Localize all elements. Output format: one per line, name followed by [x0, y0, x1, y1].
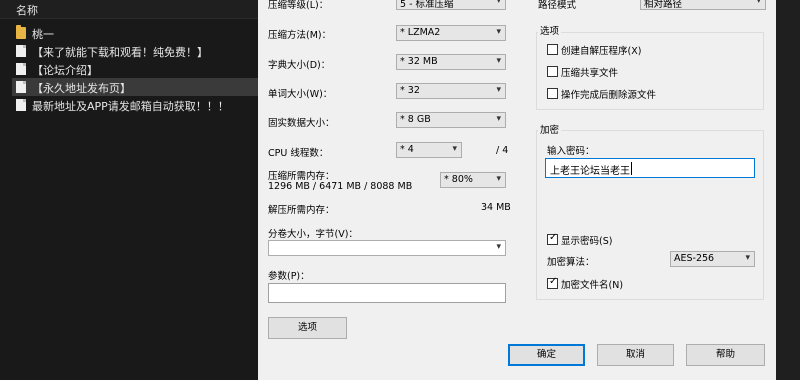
show-password-checkbox[interactable]: [547, 232, 558, 245]
list-item-label: 【来了就能下载和观看！纯免费！】: [32, 46, 208, 59]
solid-block-label: 固实数据大小：: [268, 118, 335, 129]
chevron-down-icon: ▾: [496, 174, 501, 184]
mem-decompress-value: 34 MB: [481, 202, 511, 213]
compression-level-select[interactable]: 5 - 标准压缩 ▾: [396, 0, 506, 10]
cpu-threads-max: / 4: [496, 145, 509, 156]
mem-decompress-label: 解压所需内存：: [268, 205, 335, 216]
word-size-value: * 32: [400, 85, 420, 96]
encryption-method-value: AES-256: [674, 253, 715, 264]
password-input[interactable]: 上老王论坛当老王: [545, 158, 755, 178]
ok-button[interactable]: 确定: [508, 344, 585, 366]
background-strip: [776, 0, 800, 380]
file-icon: [16, 63, 26, 75]
method-label: 压缩方法(M)：: [268, 30, 332, 41]
chevron-down-icon: ▾: [496, 114, 501, 124]
chevron-down-icon: ▾: [496, 27, 501, 37]
list-item[interactable]: 【论坛介绍】: [12, 60, 258, 78]
delete-after-checkbox[interactable]: [547, 88, 558, 99]
solid-block-select[interactable]: * 8 GB ▾: [396, 112, 506, 128]
path-mode-label: 路径模式: [538, 0, 577, 11]
password-value: 上老王论坛当老王: [550, 166, 630, 177]
list-item[interactable]: 【来了就能下载和观看！纯免费！】: [12, 42, 258, 60]
method-select[interactable]: * LZMA2 ▾: [396, 25, 506, 41]
params-input[interactable]: [268, 283, 506, 303]
solid-block-value: * 8 GB: [400, 114, 431, 125]
help-button[interactable]: 帮助: [686, 344, 765, 366]
list-item[interactable]: 最新地址及APP请发邮箱自动获取！！！: [12, 96, 258, 114]
compression-level-label: 压缩等级(L)：: [268, 0, 329, 11]
list-item-label: 【永久地址发布页】: [32, 82, 131, 95]
divider: [0, 18, 258, 19]
options-button[interactable]: 选项: [268, 317, 347, 339]
path-mode-select[interactable]: 相对路径 ▾: [640, 0, 766, 10]
sfx-checkbox[interactable]: [547, 44, 558, 55]
shared-files-label[interactable]: 压缩共享文件: [561, 65, 618, 79]
dict-size-value: * 32 MB: [400, 56, 438, 67]
word-size-select[interactable]: * 32 ▾: [396, 83, 506, 99]
list-item[interactable]: 桃一: [12, 24, 258, 42]
file-icon: [16, 99, 26, 111]
encrypt-names-checkbox[interactable]: [547, 276, 558, 289]
sfx-label[interactable]: 创建自解压程序(X): [561, 43, 641, 57]
chevron-down-icon: ▾: [496, 56, 501, 66]
encryption-method-select[interactable]: AES-256 ▾: [670, 251, 755, 267]
encryption-group-title: 加密: [538, 122, 562, 136]
file-icon: [16, 45, 26, 57]
folder-icon: [16, 25, 26, 39]
path-mode-value: 相对路径: [644, 0, 683, 10]
method-value: * LZMA2: [400, 27, 441, 38]
column-header-name: 名称: [16, 4, 38, 17]
mem-usage-value: * 80%: [444, 174, 473, 185]
options-group-title: 选项: [538, 23, 562, 37]
delete-after-label[interactable]: 操作完成后删除源文件: [561, 87, 656, 101]
dict-size-select[interactable]: * 32 MB ▾: [396, 54, 506, 70]
chevron-down-icon: ▾: [452, 144, 457, 154]
shared-files-checkbox[interactable]: [547, 66, 558, 77]
cpu-threads-select[interactable]: * 4 ▾: [396, 142, 462, 158]
compression-level-value: 5 - 标准压缩: [400, 0, 454, 10]
list-item-label: 【论坛介绍】: [32, 64, 98, 77]
encryption-method-label: 加密算法：: [547, 257, 595, 268]
file-icon: [16, 81, 26, 93]
column-header[interactable]: 名称: [0, 0, 258, 18]
list-item-label: 桃一: [32, 28, 54, 41]
encrypt-names-label[interactable]: 加密文件名(N): [561, 277, 623, 291]
params-label: 参数(P)：: [268, 271, 310, 282]
word-size-label: 单词大小(W)：: [268, 89, 333, 100]
text-caret: [631, 162, 632, 175]
chevron-down-icon: ▾: [496, 242, 501, 252]
password-label: 输入密码：: [547, 146, 595, 157]
mem-compress-detail: 1296 MB / 6471 MB / 8088 MB: [268, 181, 413, 192]
dict-size-label: 字典大小(D)：: [268, 60, 331, 71]
list-item[interactable]: 【永久地址发布页】: [12, 78, 258, 96]
chevron-down-icon: ▾: [496, 0, 501, 6]
chevron-down-icon: ▾: [496, 85, 501, 95]
chevron-down-icon: ▾: [745, 253, 750, 263]
chevron-down-icon: ▾: [756, 0, 761, 6]
list-item-label: 最新地址及APP请发邮箱自动获取！！！: [32, 100, 229, 113]
cpu-threads-value: * 4: [400, 144, 414, 155]
show-password-label[interactable]: 显示密码(S): [561, 233, 612, 247]
cpu-threads-label: CPU 线程数：: [268, 148, 329, 159]
file-explorer-pane: 名称 桃一 【来了就能下载和观看！纯免费！】 【论坛介绍】 【永久地址发布页】 …: [0, 0, 258, 380]
mem-compress-label: 压缩所需内存：: [268, 171, 335, 182]
split-label: 分卷大小，字节(V)：: [268, 229, 358, 240]
split-size-combo[interactable]: ▾: [268, 240, 506, 256]
mem-usage-select[interactable]: * 80% ▾: [440, 172, 506, 188]
cancel-button[interactable]: 取消: [597, 344, 674, 366]
